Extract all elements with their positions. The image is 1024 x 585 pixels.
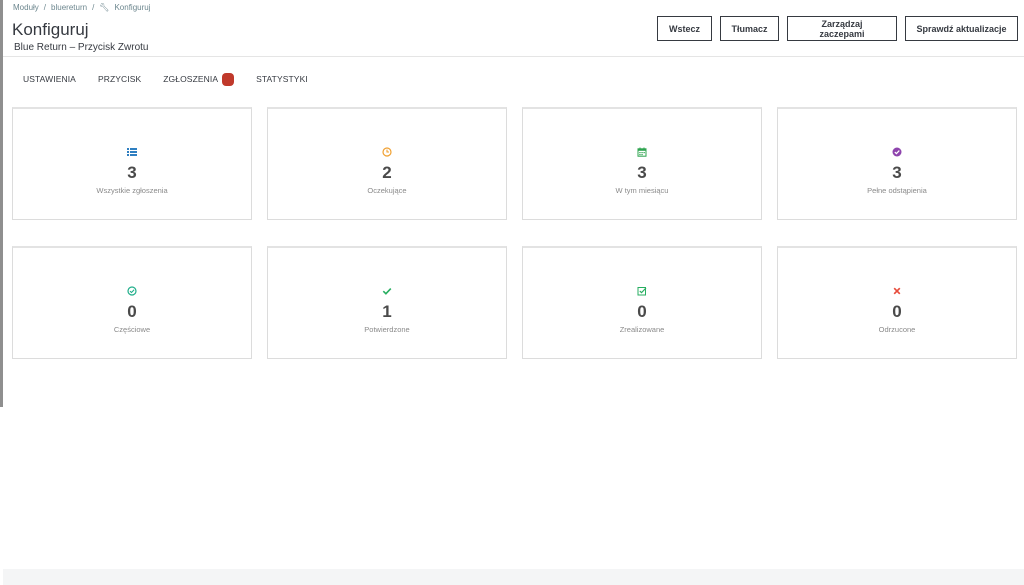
stat-value: 0 bbox=[892, 302, 902, 321]
check-circle-icon bbox=[892, 147, 902, 157]
stat-label: Oczekujące bbox=[367, 186, 407, 195]
stat-value: 0 bbox=[127, 302, 137, 321]
tab-button[interactable]: PRZYCISK bbox=[98, 74, 141, 84]
stat-card-confirmed: 1 Potwierdzone bbox=[267, 246, 507, 359]
check-square-icon bbox=[637, 287, 647, 296]
page-title: Konfiguruj bbox=[12, 20, 89, 39]
toolbar: Wstecz Tłumacz Zarządzaj zaczepami Spraw… bbox=[657, 16, 1018, 41]
stat-card-completed: 0 Zrealizowane bbox=[522, 246, 762, 359]
tab-label: USTAWIENIA bbox=[23, 74, 76, 84]
list-icon bbox=[127, 148, 137, 156]
stat-label: Odrzucone bbox=[878, 325, 916, 334]
stat-card-partial: 0 Częściowe bbox=[12, 246, 252, 359]
translate-button[interactable]: Tłumacz bbox=[720, 16, 779, 41]
tab-statistics[interactable]: STATYSTYKI bbox=[256, 74, 308, 84]
breadcrumb-item-module[interactable]: bluereturn bbox=[51, 3, 87, 12]
breadcrumb-item-current: Konfiguruj bbox=[114, 3, 151, 12]
stat-label: Pełne odstąpienia bbox=[867, 186, 927, 195]
wrench-icon: 🔧︎ bbox=[99, 3, 110, 12]
back-button[interactable]: Wstecz bbox=[657, 16, 712, 41]
check-updates-button[interactable]: Sprawdź aktualizacje bbox=[905, 16, 1018, 41]
stats-grid: 3 Wszystkie zgłoszenia 2 Oczekujące 3 W … bbox=[12, 107, 1017, 359]
check-icon bbox=[382, 288, 392, 295]
breadcrumb-item-modules[interactable]: Moduły bbox=[13, 3, 39, 12]
stat-label: Częściowe bbox=[113, 325, 151, 334]
tab-label: STATYSTYKI bbox=[256, 74, 308, 84]
stat-value: 0 bbox=[637, 302, 647, 321]
tab-settings[interactable]: USTAWIENIA bbox=[23, 74, 76, 84]
stat-label: Zrealizowane bbox=[619, 325, 665, 334]
clock-icon bbox=[382, 147, 392, 157]
tab-label: ZGŁOSZENIA bbox=[163, 74, 219, 84]
stat-label: Potwierdzone bbox=[364, 325, 410, 334]
check-circle-outline-icon bbox=[127, 286, 137, 296]
stat-value: 3 bbox=[892, 163, 902, 182]
stat-label: Wszystkie zgłoszenia bbox=[96, 186, 168, 195]
stat-card-pending: 2 Oczekujące bbox=[267, 107, 507, 220]
breadcrumb-separator: / bbox=[92, 3, 95, 12]
x-icon bbox=[893, 287, 901, 295]
tab-label: PRZYCISK bbox=[97, 74, 142, 84]
stat-label: W tym miesiącu bbox=[615, 186, 669, 195]
stat-card-all-requests: 3 Wszystkie zgłoszenia bbox=[12, 107, 252, 220]
page-header: Moduły / bluereturn / 🔧︎ Konfiguruj Konf… bbox=[3, 0, 1024, 57]
notification-badge bbox=[222, 72, 235, 86]
footer-band bbox=[3, 569, 1024, 585]
stat-card-this-month: 3 W tym miesiącu bbox=[522, 107, 762, 220]
left-rail bbox=[0, 0, 3, 407]
tab-requests[interactable]: ZGŁOSZENIA bbox=[163, 72, 235, 86]
stat-value: 3 bbox=[637, 163, 647, 182]
breadcrumb-separator: / bbox=[43, 3, 47, 12]
page-subtitle: Blue Return – Przycisk Zwrotu bbox=[14, 42, 149, 53]
stat-card-rejected: 0 Odrzucone bbox=[777, 246, 1017, 359]
stat-value: 1 bbox=[382, 302, 392, 321]
stat-value: 2 bbox=[382, 163, 392, 182]
tab-bar: USTAWIENIA PRZYCISK ZGŁOSZENIA STATYSTYK… bbox=[3, 66, 308, 92]
stat-value: 3 bbox=[127, 163, 137, 182]
calendar-icon bbox=[637, 147, 647, 157]
breadcrumb: Moduły / bluereturn / 🔧︎ Konfiguruj bbox=[13, 3, 150, 12]
manage-hooks-button[interactable]: Zarządzaj zaczepami bbox=[787, 16, 897, 41]
stat-card-full-withdrawals: 3 Pełne odstąpienia bbox=[777, 107, 1017, 220]
